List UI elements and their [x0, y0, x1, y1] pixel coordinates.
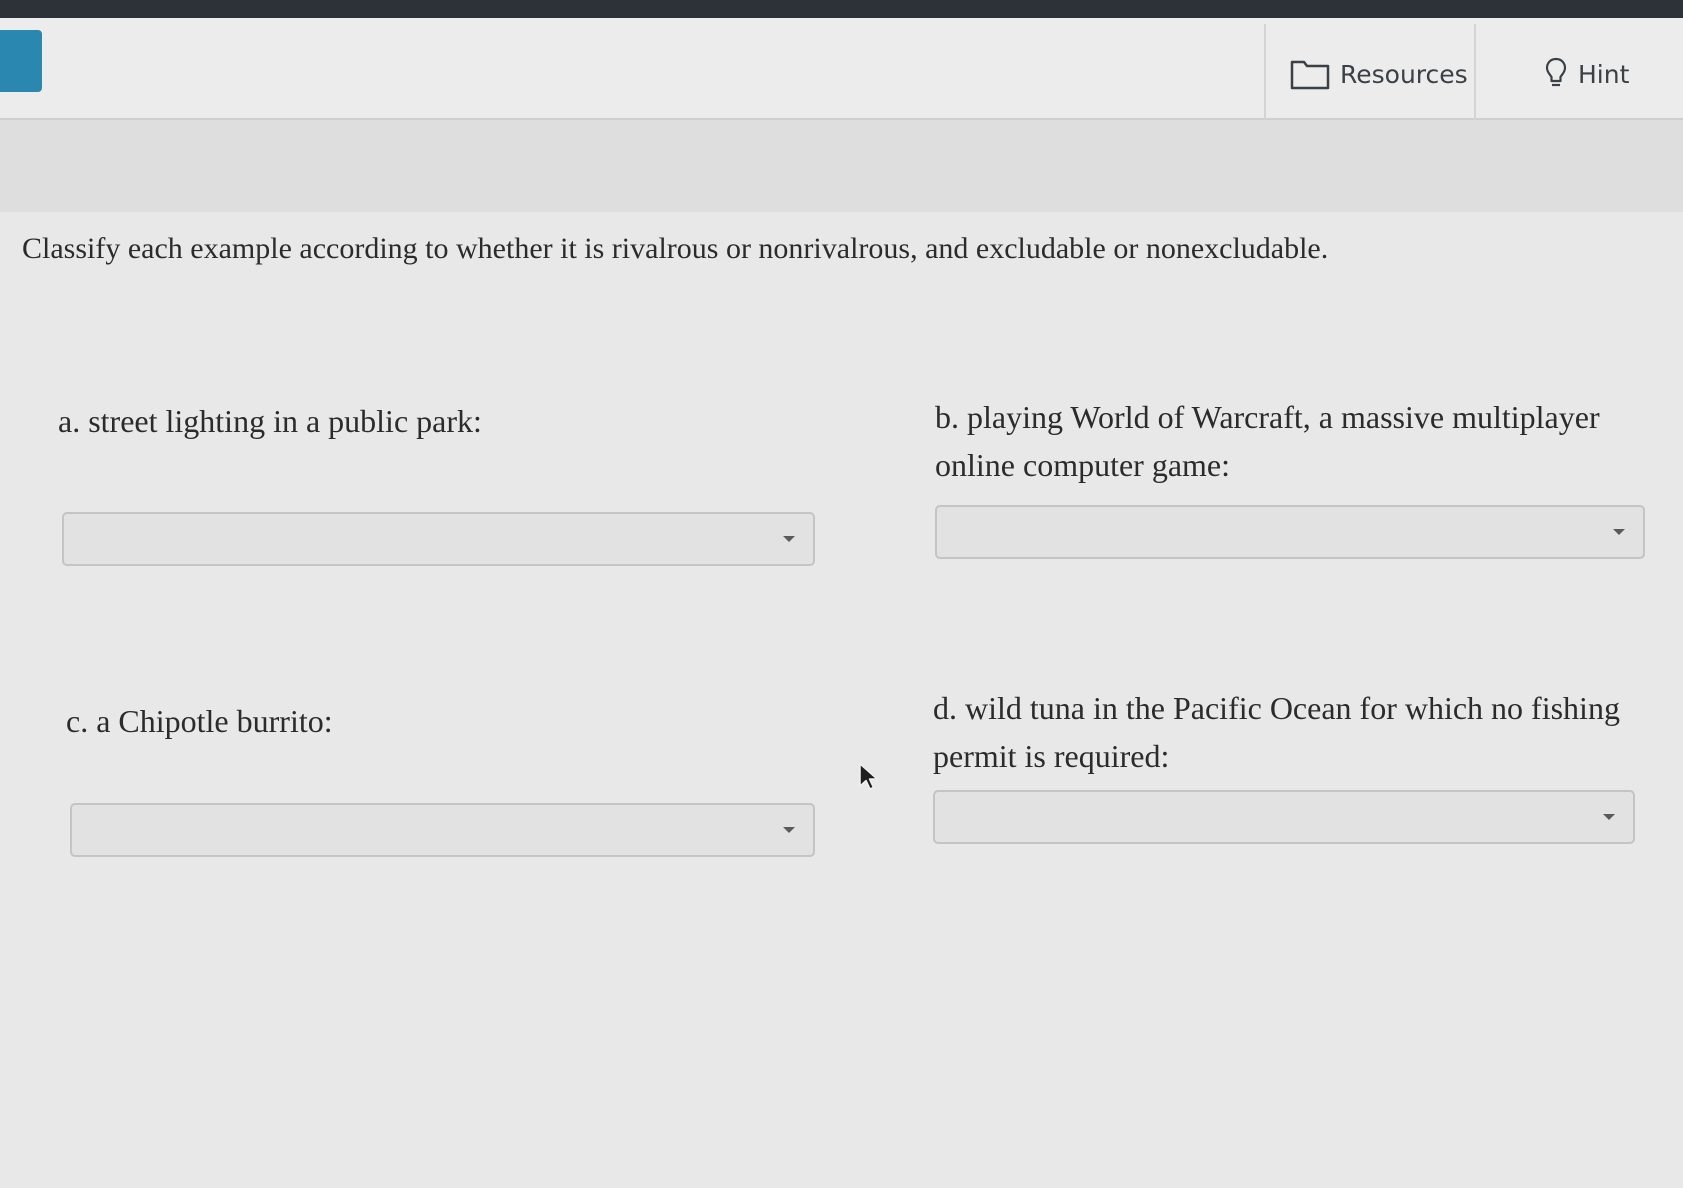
prompt-a: a. street lighting in a public park:: [58, 397, 818, 445]
answer-dropdown-b[interactable]: [935, 505, 1645, 559]
prompt-b: b. playing World of Warcraft, a massive …: [935, 393, 1635, 489]
folder-icon: [1290, 58, 1330, 90]
prompt-text: . playing World of Warcraft, a massive m…: [935, 399, 1600, 483]
prompt-letter: b: [935, 399, 951, 435]
answer-dropdown-d[interactable]: [933, 790, 1635, 844]
lightbulb-icon: [1544, 56, 1568, 92]
question-text: Classify each example according to wheth…: [22, 232, 1329, 265]
hint-button[interactable]: Hint: [1474, 24, 1683, 124]
toolbar: Resources Hint: [0, 18, 1683, 124]
menu-button[interactable]: [0, 30, 42, 92]
mouse-pointer-icon: [858, 762, 880, 797]
prompt-letter: d: [933, 690, 949, 726]
prompt-letter: c: [66, 703, 81, 739]
caret-down-icon: [783, 827, 795, 833]
caret-down-icon: [1613, 529, 1625, 535]
prompt-c: c. a Chipotle burrito:: [66, 697, 826, 745]
prompt-text: . street lighting in a public park:: [72, 403, 482, 439]
resources-button[interactable]: Resources: [1264, 24, 1474, 124]
caret-down-icon: [783, 536, 795, 542]
prompt-letter: a: [58, 403, 73, 439]
answer-dropdown-c[interactable]: [70, 803, 815, 857]
prompt-text: . wild tuna in the Pacific Ocean for whi…: [933, 690, 1620, 774]
window-top-bar: [0, 0, 1683, 18]
prompt-text: . a Chipotle burrito:: [80, 703, 333, 739]
header-band: [0, 120, 1683, 212]
caret-down-icon: [1603, 814, 1615, 820]
prompt-d: d. wild tuna in the Pacific Ocean for wh…: [933, 684, 1633, 780]
hint-label: Hint: [1578, 59, 1630, 89]
answer-dropdown-a[interactable]: [62, 512, 815, 566]
resources-label: Resources: [1340, 59, 1468, 89]
